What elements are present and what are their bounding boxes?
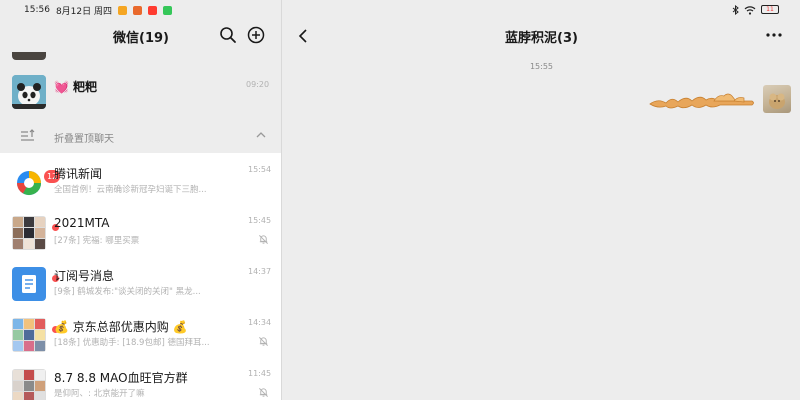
notification-app-icon xyxy=(132,5,142,15)
search-icon[interactable] xyxy=(219,26,237,44)
panda-avatar-icon xyxy=(12,75,46,109)
chat-item-jd-group[interactable]: 💰 京东总部优惠内购 💰 [18条] 优惠助手: [18.9包邮] 德国拜耳..… xyxy=(0,306,281,357)
chat-name: 腾讯新闻 xyxy=(54,167,103,181)
conversation-header: 蓝脖积泥(3) xyxy=(283,20,800,52)
conversation-panel: 11 蓝脖积泥(3) 15:55 xyxy=(283,0,800,400)
chat-list-header: 微信(19) xyxy=(0,20,281,52)
dog-avatar-icon xyxy=(769,93,785,109)
avatar xyxy=(12,216,59,250)
avatar xyxy=(12,318,59,352)
chat-preview: 全国首例！云南确诊新冠孕妇诞下三胞... xyxy=(54,185,207,195)
group-avatar-grid xyxy=(12,369,46,400)
chat-name-text: 粑粑 xyxy=(72,80,97,94)
fold-list-icon xyxy=(21,129,35,141)
status-time: 15:56 xyxy=(24,5,50,15)
notification-app-icon xyxy=(162,5,172,15)
battery-level: 11 xyxy=(766,6,774,13)
chat-name: 💓 粑粑 xyxy=(54,78,97,95)
chat-preview: [9条] 鹤城发布:"谈关闭的关闭" 黑龙... xyxy=(54,287,201,297)
heart-emoji: 💓 xyxy=(54,80,69,94)
chat-time: 15:45 xyxy=(248,216,272,225)
status-date: 8月12日 周四 xyxy=(55,6,112,17)
avatar xyxy=(12,369,46,400)
mute-bell-icon xyxy=(259,337,268,346)
notification-app-icon xyxy=(117,5,127,15)
pinned-chat-item[interactable]: 💓 粑粑 09:20 xyxy=(0,64,281,118)
avatar: 12 xyxy=(12,165,61,199)
chat-preview: 是仰阿、: 北京能开了嘛 xyxy=(54,389,145,399)
fold-pinned-chats-row[interactable]: 折叠置顶聊天 xyxy=(0,122,281,150)
chat-time: 11:45 xyxy=(248,369,272,378)
money-bag-emoji: 💰 xyxy=(172,320,188,334)
chat-preview: [18条] 优惠助手: [18.9包邮] 德国拜耳... xyxy=(54,338,210,348)
status-bar-left: 15:56 8月12日 周四 xyxy=(0,0,281,20)
message-timestamp: 15:55 xyxy=(529,62,554,71)
chat-name: 2021MTA xyxy=(54,216,110,230)
group-avatar-grid xyxy=(12,318,46,352)
notification-app-icon xyxy=(147,5,157,15)
chat-item-tencent-news[interactable]: 12 腾讯新闻 全国首例！云南确诊新冠孕妇诞下三胞... 15:54 xyxy=(0,153,281,204)
app-title: 微信(19) xyxy=(113,31,169,46)
chat-item-subscriptions[interactable]: 订阅号消息 [9条] 鹤城发布:"谈关闭的关闭" 黑龙... 14:37 xyxy=(0,255,281,306)
chat-item-2021mta[interactable]: 2021MTA [27条] 宪福: 哪里买票 15:45 xyxy=(0,204,281,255)
money-bag-emoji: 💰 xyxy=(54,320,69,334)
fold-label: 折叠置顶聊天 xyxy=(54,134,114,145)
tencent-news-logo-icon xyxy=(12,165,46,199)
hands-reaching-sticker-icon[interactable] xyxy=(648,90,756,114)
chat-time: 14:37 xyxy=(248,267,272,276)
avatar xyxy=(12,75,46,109)
wifi-icon xyxy=(744,6,756,15)
chat-list-panel: 15:56 8月12日 周四 微信(19) 💓 粑粑 09:20 折叠置顶聊天 … xyxy=(0,0,282,400)
avatar xyxy=(12,267,59,301)
chat-time: 15:54 xyxy=(248,165,272,174)
chat-time: 09:20 xyxy=(246,80,270,89)
chevron-up-icon xyxy=(256,132,266,138)
pinned-chat-partial-avatar[interactable] xyxy=(12,52,46,60)
subscription-document-icon xyxy=(12,267,46,301)
chat-name: 8.7 8.8 MAO血旺官方群 xyxy=(54,371,188,385)
chat-name-text: 京东总部优惠内购 xyxy=(72,320,169,334)
mute-bell-icon xyxy=(259,388,268,397)
conversation-title: 蓝脖积泥(3) xyxy=(505,31,578,46)
chat-list: 12 腾讯新闻 全国首例！云南确诊新冠孕妇诞下三胞... 15:54 2021M… xyxy=(0,153,281,400)
more-icon[interactable] xyxy=(765,28,783,42)
chat-time: 14:34 xyxy=(248,318,272,327)
battery-icon: 11 xyxy=(761,5,779,14)
chat-preview: [27条] 宪福: 哪里买票 xyxy=(54,236,140,246)
group-avatar-grid xyxy=(12,216,46,250)
add-icon[interactable] xyxy=(247,26,265,44)
chat-name: 订阅号消息 xyxy=(54,269,115,283)
bluetooth-icon xyxy=(732,5,739,15)
mute-bell-icon xyxy=(259,235,268,244)
avatar[interactable] xyxy=(763,85,791,113)
chat-item-mao-group[interactable]: 8.7 8.8 MAO血旺官方群 是仰阿、: 北京能开了嘛 11:45 xyxy=(0,357,281,400)
status-bar-right: 11 xyxy=(283,0,800,20)
chat-name: 💰 京东总部优惠内购 💰 xyxy=(54,318,188,335)
